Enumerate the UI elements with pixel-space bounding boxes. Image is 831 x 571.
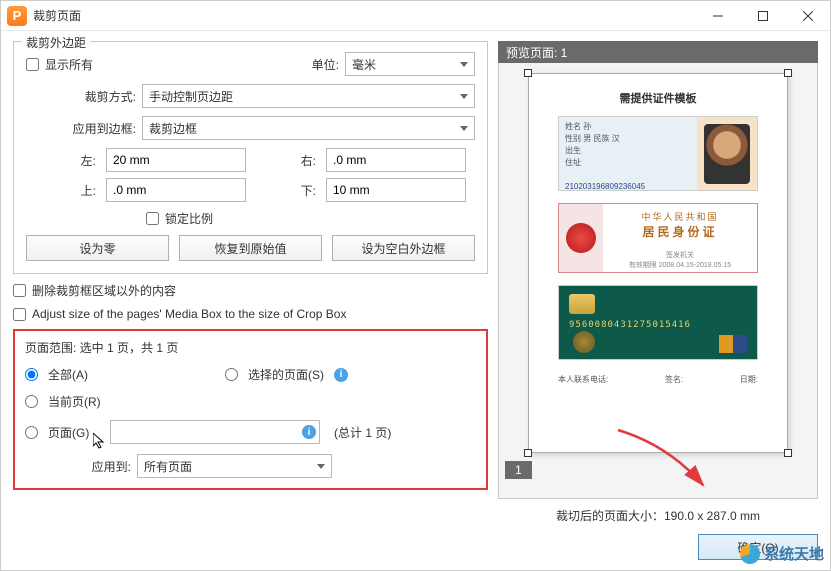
unionpay-icon: [719, 335, 747, 353]
crop-method-label: 裁剪方式:: [66, 88, 136, 105]
crop-size-label: 裁切后的页面大小：190.0 x 287.0 mm: [498, 507, 818, 524]
crop-margins-group: 裁剪外边距 显示所有 单位: 毫米 裁剪方式: 手动控制页边距 应用到边框: 裁…: [13, 41, 488, 274]
current-radio[interactable]: [25, 395, 38, 408]
right-input[interactable]: [326, 148, 466, 172]
chip-icon: [569, 294, 595, 314]
current-label: 当前页(R): [48, 393, 101, 410]
all-label: 全部(A): [48, 366, 88, 383]
crop-method-select[interactable]: 手动控制页边距: [142, 84, 475, 108]
left-label: 左:: [46, 152, 96, 169]
group-title: 裁剪外边距: [22, 34, 90, 51]
right-label: 右:: [256, 152, 316, 169]
restore-button[interactable]: 恢复到原始值: [179, 235, 322, 261]
window-title: 裁剪页面: [33, 7, 81, 24]
coin-icon: [573, 331, 595, 353]
show-all-checkbox[interactable]: [26, 58, 39, 71]
adjust-media-label: Adjust size of the pages' Media Box to t…: [32, 307, 346, 321]
crop-handle[interactable]: [524, 69, 532, 77]
apply-border-label: 应用到边框:: [66, 120, 136, 137]
selected-radio[interactable]: [225, 368, 238, 381]
page-range-title: 页面范围: 选中 1 页，共 1 页: [25, 339, 476, 356]
lock-ratio-checkbox[interactable]: [146, 212, 159, 225]
close-button[interactable]: [785, 1, 830, 30]
page-tab[interactable]: 1: [505, 461, 532, 479]
total-label: (总计 1 页): [334, 424, 391, 441]
remove-outside-label: 删除裁剪框区域以外的内容: [32, 282, 176, 299]
preview-header: 预览页面: 1: [498, 41, 818, 63]
annotation-arrow: [608, 425, 728, 495]
emblem-icon: [566, 223, 596, 253]
titlebar: P 裁剪页面: [1, 1, 830, 31]
crop-handle[interactable]: [524, 449, 532, 457]
top-label: 上:: [46, 182, 96, 199]
preview-page[interactable]: 需提供证件模板 姓名 孙性别 男 民族 汉出生住址210203196809236…: [528, 73, 788, 453]
set-blank-button[interactable]: 设为空白外边框: [332, 235, 475, 261]
unit-select[interactable]: 毫米: [345, 52, 475, 76]
bottom-input[interactable]: [326, 178, 466, 202]
maximize-button[interactable]: [740, 1, 785, 30]
pages-label: 页面(G): [48, 424, 104, 441]
doc-title: 需提供证件模板: [620, 90, 697, 106]
crop-handle[interactable]: [784, 69, 792, 77]
pages-radio[interactable]: [25, 426, 38, 439]
watermark: 系统天地: [740, 543, 824, 564]
portrait-image: [704, 124, 750, 184]
lock-ratio-label: 锁定比例: [165, 210, 213, 227]
left-input[interactable]: [106, 148, 246, 172]
app-icon: P: [7, 6, 27, 26]
pages-input[interactable]: [110, 420, 320, 444]
unit-label: 单位:: [312, 56, 339, 73]
info-icon: i: [302, 425, 316, 439]
remove-outside-checkbox[interactable]: [13, 284, 26, 297]
selected-label: 选择的页面(S): [248, 366, 324, 383]
top-input[interactable]: [106, 178, 246, 202]
crop-handle[interactable]: [784, 449, 792, 457]
all-radio[interactable]: [25, 368, 38, 381]
bank-card: 9560080431275015416: [558, 285, 758, 360]
id-card-front: 姓名 孙性别 男 民族 汉出生住址210203196809236045: [558, 116, 758, 191]
apply-to-label: 应用到:: [75, 458, 131, 475]
adjust-media-checkbox[interactable]: [13, 308, 26, 321]
id-card-back: 中华人民共和国 居民身份证 签发机关有效期限 2008.04.15-2018.0…: [558, 203, 758, 273]
watermark-logo-icon: [740, 544, 760, 564]
info-icon: i: [334, 368, 348, 382]
apply-to-select[interactable]: 所有页面: [137, 454, 332, 478]
apply-border-select[interactable]: 裁剪边框: [142, 116, 475, 140]
show-all-label: 显示所有: [45, 56, 93, 73]
bottom-label: 下:: [256, 182, 316, 199]
page-range-group: 页面范围: 选中 1 页，共 1 页 全部(A) 选择的页面(S) i 当前页(…: [13, 329, 488, 490]
minimize-button[interactable]: [695, 1, 740, 30]
set-zero-button[interactable]: 设为零: [26, 235, 169, 261]
